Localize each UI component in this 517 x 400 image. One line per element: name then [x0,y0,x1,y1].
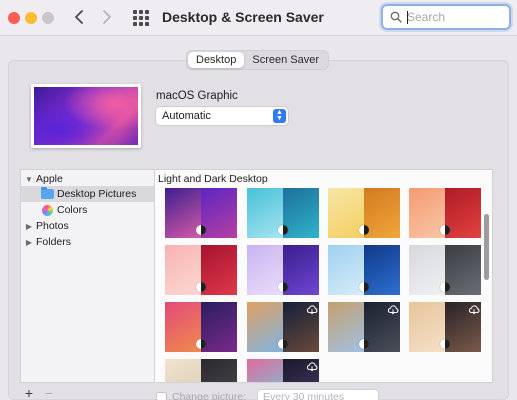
zoom-window-button[interactable] [42,12,54,24]
wallpaper-name: macOS Graphic [156,90,238,102]
sidebar-item-folders[interactable]: ▶ Folders [21,234,154,250]
scrollbar-thumb[interactable] [484,214,489,280]
wallpaper-dark-variant [364,245,400,295]
light-dark-icon [359,225,369,235]
sidebar-item-label: Apple [36,173,63,185]
wallpaper-dark-variant [445,245,481,295]
cloud-download-icon[interactable] [306,305,318,315]
wallpaper-thumbnail[interactable] [409,188,481,238]
wallpaper-thumbnail[interactable] [165,359,237,382]
minimize-window-button[interactable] [25,12,37,24]
search-input[interactable] [407,10,507,24]
change-interval-popup[interactable]: Every 30 minutes [258,390,378,400]
chevron-right-icon [103,10,111,24]
back-button[interactable] [68,6,90,28]
close-window-button[interactable] [8,12,20,24]
wallpaper-light-variant [165,359,201,382]
tab-desktop[interactable]: Desktop [188,52,245,68]
disclosure-open-icon[interactable]: ▼ [24,175,34,184]
wallpaper-thumbnail[interactable] [247,359,319,382]
wallpaper-dark-variant [201,188,237,238]
tab-bar: Desktop Screen Saver [186,50,330,70]
wallpaper-dark-variant [445,188,481,238]
light-dark-icon [440,339,450,349]
cloud-download-icon[interactable] [468,305,480,315]
sidebar-item-desktop-pictures[interactable]: Desktop Pictures [21,186,154,202]
search-field[interactable] [381,4,511,30]
folder-icon [41,187,54,199]
forward-button[interactable] [96,6,118,28]
wallpaper-thumbnail[interactable] [247,302,319,352]
popup-arrows-icon: ▲ ▼ [273,109,286,123]
light-dark-icon [278,282,288,292]
sidebar-item-label: Colors [57,204,88,216]
remove-folder-button[interactable]: − [40,386,58,400]
wallpaper-thumbnail[interactable] [247,188,319,238]
wallpaper-preview [31,84,141,148]
wallpaper-dark-variant [283,245,319,295]
disclosure-closed-icon[interactable]: ▶ [24,222,34,231]
wallpaper-dark-variant [283,188,319,238]
sidebar-item-label: Photos [36,220,69,232]
light-dark-icon [196,339,206,349]
window-title: Desktop & Screen Saver [162,9,324,25]
appearance-mode-value: Automatic [162,110,211,122]
change-picture-checkbox[interactable] [156,392,167,400]
light-dark-icon [278,339,288,349]
wallpaper-thumbnail[interactable] [409,245,481,295]
add-folder-button[interactable]: + [20,386,38,400]
wallpaper-thumbnail[interactable] [328,245,400,295]
change-picture-label: Change picture: [172,391,247,400]
wallpaper-dark-variant [201,302,237,352]
light-dark-icon [359,282,369,292]
disclosure-closed-icon[interactable]: ▶ [24,238,34,247]
color-wheel-icon [42,204,53,216]
wallpaper-dark-variant [201,245,237,295]
light-dark-icon [359,339,369,349]
light-dark-icon [440,225,450,235]
wallpaper-thumbnail[interactable] [328,302,400,352]
section-title: Light and Dark Desktop [158,173,268,185]
wallpaper-light-variant [247,359,283,382]
source-list: ▼ Apple Desktop Pictures Colors ▶ Photos… [20,169,155,383]
sidebar-item-apple[interactable]: ▼ Apple [21,171,154,187]
tab-screen-saver[interactable]: Screen Saver [244,52,327,68]
wallpaper-thumbnail[interactable] [328,188,400,238]
text-cursor [407,11,408,24]
wallpaper-thumbnail[interactable] [165,302,237,352]
cloud-download-icon[interactable] [387,305,399,315]
sidebar-item-label: Desktop Pictures [57,188,137,200]
chevron-left-icon [75,10,83,24]
light-dark-icon [278,225,288,235]
light-dark-icon [440,282,450,292]
light-dark-icon [196,225,206,235]
wallpaper-dark-variant [364,188,400,238]
wallpaper-thumbnail[interactable] [165,245,237,295]
wallpaper-thumbnail[interactable] [409,302,481,352]
light-dark-icon [196,282,206,292]
wallpaper-dark-variant [201,359,237,382]
sidebar-item-colors[interactable]: Colors [21,202,154,218]
search-icon [390,11,402,23]
wallpaper-thumbnail[interactable] [247,245,319,295]
wallpaper-grid: Light and Dark Desktop [155,169,493,383]
show-all-grid-icon[interactable] [133,10,149,26]
title-bar: Desktop & Screen Saver [0,0,517,36]
appearance-mode-popup[interactable]: Automatic ▲ ▼ [156,107,288,125]
sidebar-item-photos[interactable]: ▶ Photos [21,218,154,234]
cloud-download-icon[interactable] [306,362,318,372]
wallpaper-thumbnail[interactable] [165,188,237,238]
sidebar-item-label: Folders [36,236,72,248]
